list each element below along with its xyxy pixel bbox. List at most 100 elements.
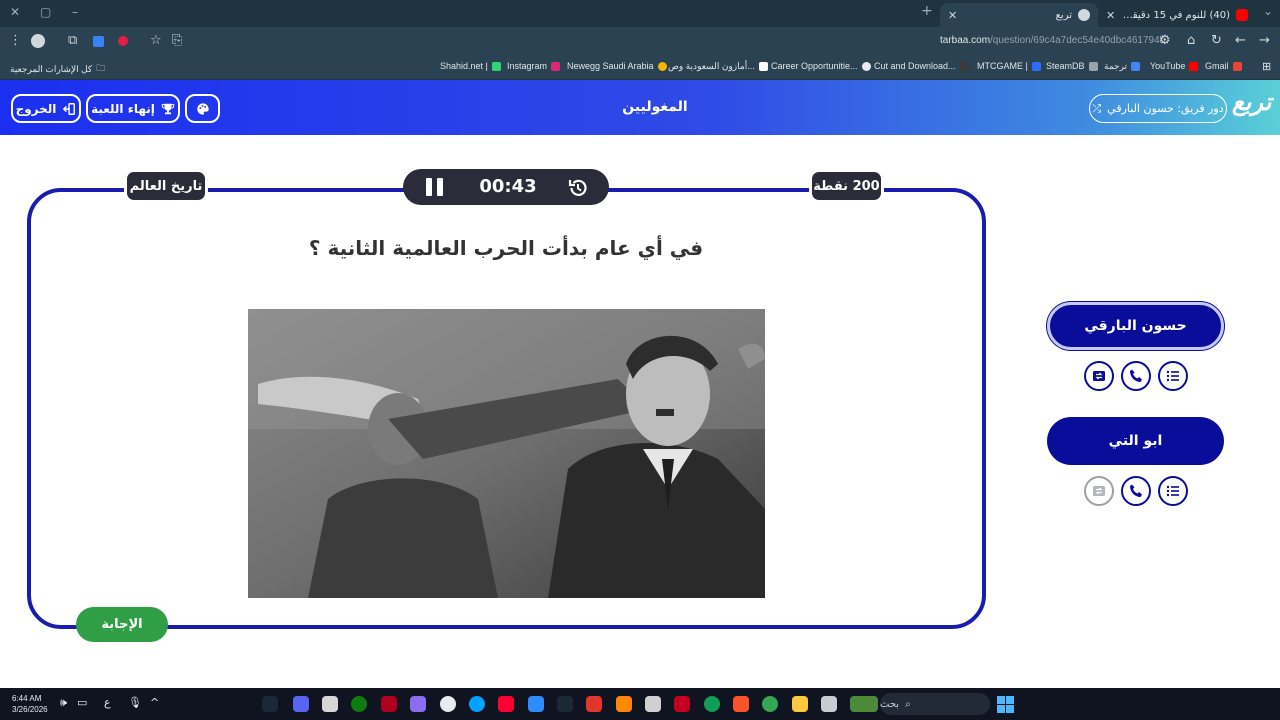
steam-icon[interactable] xyxy=(262,696,278,712)
language-indicator[interactable]: ع xyxy=(104,696,111,709)
team-1-call-aid[interactable] xyxy=(1121,361,1151,391)
tab-youtube[interactable]: (40) للنوم في 15 دقيقة مع صوت... ✕ xyxy=(1098,3,1256,27)
question-image xyxy=(248,309,765,598)
team-card-1[interactable]: حسون البارقي xyxy=(1047,302,1224,350)
clock-time: 6:44 AM xyxy=(12,694,42,703)
reload-icon[interactable]: ↻ xyxy=(1211,34,1222,48)
all-bookmarks[interactable]: كل الإشارات المرجعية 🗀 xyxy=(10,61,105,77)
bookmark-label: SteamDB xyxy=(1046,61,1085,71)
app-red-2-icon[interactable] xyxy=(674,696,690,712)
zoom-icon[interactable] xyxy=(528,696,544,712)
pause-icon[interactable] xyxy=(426,178,444,196)
profile-avatar[interactable] xyxy=(31,34,45,48)
bookmark-label: YouTube xyxy=(1150,61,1186,71)
window-close-icon[interactable]: ✕ xyxy=(10,5,20,19)
bookmark-label: MTCGAME | xyxy=(977,61,1028,71)
team-2-call-aid[interactable] xyxy=(1121,476,1151,506)
bookmark-youtube[interactable]: YouTube xyxy=(1150,61,1199,71)
amazon-icon xyxy=(758,62,768,71)
xbox-icon[interactable] xyxy=(351,696,367,712)
mtcgame-icon xyxy=(1031,61,1041,71)
taskbar-search[interactable]: ⌕ بحث xyxy=(880,693,990,715)
tarbaa-logo[interactable]: تربع xyxy=(1232,88,1271,116)
new-tab-icon[interactable]: + xyxy=(921,3,933,19)
app-red-icon[interactable] xyxy=(381,696,397,712)
app-window-icon[interactable] xyxy=(821,696,837,712)
cast-icon[interactable]: ⎘ xyxy=(172,34,182,48)
volume-icon[interactable]: 🕪 xyxy=(60,696,67,710)
bookmark-amazon[interactable]: أمازون السعودية وص... xyxy=(668,61,768,72)
app-header: الخروج إنهاء اللعبة المغوليين دور فريق: … xyxy=(0,80,1280,135)
tab-search-icon[interactable]: ⌄ xyxy=(1263,4,1273,18)
steam-2-icon[interactable] xyxy=(557,696,573,712)
bookmark-career[interactable]: Career Opportunitie... xyxy=(771,61,871,71)
bookmark-shahid[interactable]: Shahid.net | xyxy=(440,61,501,71)
edge-icon[interactable] xyxy=(704,696,720,712)
category-title: المغوليين xyxy=(622,99,688,115)
shuffle-icon: ⤮ xyxy=(1092,101,1102,115)
bookmark-gmail[interactable]: Gmail xyxy=(1205,61,1242,71)
obs-icon[interactable] xyxy=(440,696,456,712)
bookmark-label: ترجمة xyxy=(1104,61,1128,71)
bookmark-label: Instagram xyxy=(507,61,548,71)
bookmark-mtcgame[interactable]: MTCGAME | xyxy=(977,61,1041,71)
chrome-icon[interactable] xyxy=(762,696,778,712)
forward-icon[interactable]: → xyxy=(1259,34,1270,48)
bookmark-star-icon[interactable]: ☆ xyxy=(150,34,162,48)
url-field[interactable]: tarbaa.com/question/69c4a7dec54e40dbc461… xyxy=(940,35,1165,46)
turn-indicator[interactable]: دور فريق: حسون البارقي ⤮ xyxy=(1089,94,1227,123)
reset-timer-icon[interactable] xyxy=(567,177,589,199)
question-timer: 00:43 xyxy=(403,169,609,205)
tray-overflow-icon[interactable]: ^ xyxy=(150,696,159,709)
team-card-2[interactable]: ابو التي xyxy=(1047,417,1224,465)
app-icon[interactable] xyxy=(322,696,338,712)
microphone-icon[interactable]: 🎙 xyxy=(128,696,142,709)
team-1-list-aid[interactable] xyxy=(1158,361,1188,391)
app-blue-icon[interactable] xyxy=(469,696,485,712)
career-icon xyxy=(861,61,871,71)
team-2-list-aid[interactable] xyxy=(1158,476,1188,506)
widgets-icon[interactable] xyxy=(850,696,878,712)
points-chip: 200 نقطة xyxy=(809,169,884,203)
brave-icon[interactable] xyxy=(733,696,749,712)
menu-dots-icon[interactable]: ⋮ xyxy=(9,34,22,48)
exit-button[interactable]: الخروج xyxy=(11,94,81,123)
cut-download-icon xyxy=(959,61,969,71)
bookmark-instagram[interactable]: Instagram xyxy=(507,61,561,71)
theme-button[interactable] xyxy=(185,94,220,123)
file-explorer-icon[interactable] xyxy=(792,696,808,712)
vlc-icon[interactable] xyxy=(616,696,632,712)
app-purple-icon[interactable] xyxy=(410,696,426,712)
tab-close-icon[interactable]: ✕ xyxy=(1106,9,1115,22)
youtube-music-icon[interactable] xyxy=(498,696,514,712)
extension-red-icon[interactable] xyxy=(118,36,128,46)
discord-icon[interactable] xyxy=(293,696,309,712)
end-game-label: إنهاء اللعبة xyxy=(91,101,155,116)
extension-blue-icon[interactable] xyxy=(93,36,104,47)
window-minimize-icon[interactable]: – xyxy=(72,5,78,19)
apps-grid-icon[interactable]: ⊞ xyxy=(1262,60,1271,73)
store-icon[interactable] xyxy=(645,696,661,712)
windows-start-icon[interactable] xyxy=(997,696,1014,713)
app-game-icon[interactable] xyxy=(586,696,602,712)
tray-clock[interactable]: 6:44 AM 3/26/2026 xyxy=(12,693,48,715)
end-game-button[interactable]: إنهاء اللعبة xyxy=(86,94,180,123)
site-settings-icon[interactable]: ⚙ xyxy=(1159,34,1171,48)
bookmark-steamdb[interactable]: SteamDB xyxy=(1046,61,1098,71)
phone-icon xyxy=(1130,484,1142,497)
bookmark-translate[interactable]: ترجمة xyxy=(1104,61,1141,72)
home-icon[interactable]: ⌂ xyxy=(1187,34,1195,48)
bookmark-newegg[interactable]: Newegg Saudi Arabia xyxy=(567,61,667,71)
extensions-icon[interactable]: ⧉ xyxy=(68,34,77,48)
team-1-swap-aid[interactable] xyxy=(1084,361,1114,391)
bookmark-cut-download[interactable]: Cut and Download... xyxy=(874,61,969,71)
window-maximize-icon[interactable]: ▢ xyxy=(40,5,51,19)
answer-button[interactable]: الإجابة xyxy=(76,607,168,642)
bookmark-label: Newegg Saudi Arabia xyxy=(567,61,654,71)
bookmark-label: Shahid.net | xyxy=(440,61,488,71)
category-chip: تاريخ العالم xyxy=(124,169,208,203)
back-icon[interactable]: ← xyxy=(1235,34,1246,48)
network-icon[interactable]: ▭ xyxy=(77,696,87,709)
tab-tarbaa[interactable]: تربع ✕ xyxy=(940,3,1098,27)
tab-close-icon[interactable]: ✕ xyxy=(948,9,957,22)
